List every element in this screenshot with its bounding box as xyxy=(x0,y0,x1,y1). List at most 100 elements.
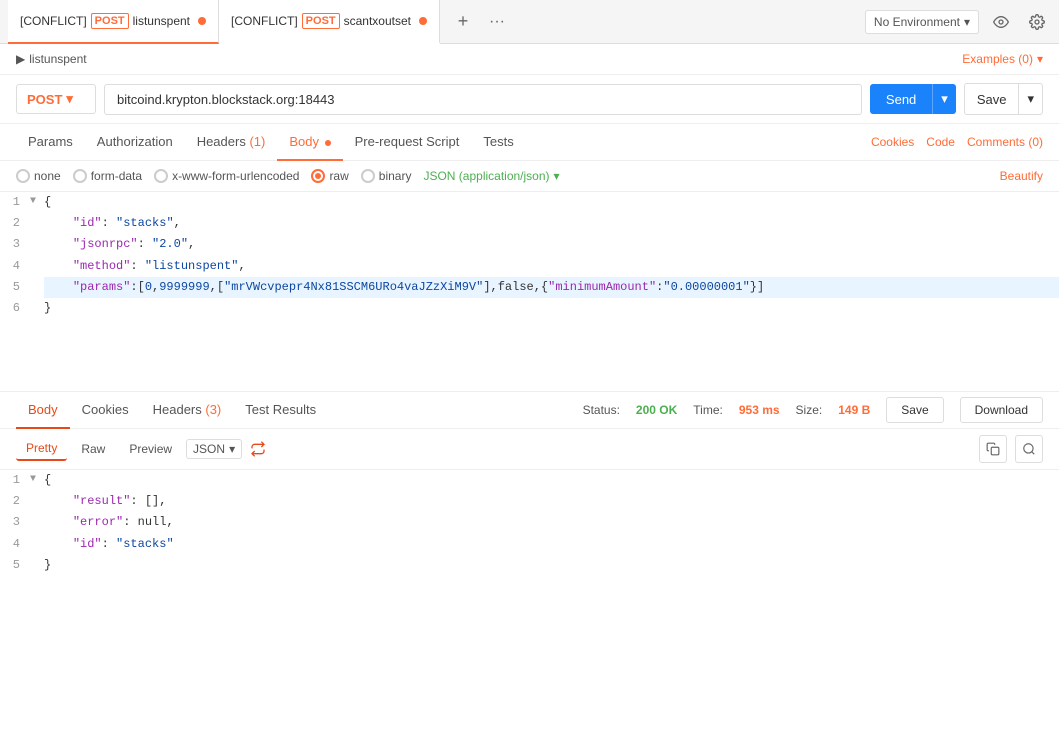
resp-code-line-5: 5 } xyxy=(0,555,1059,576)
resp-tab-headers[interactable]: Headers (3) xyxy=(141,392,234,429)
method-select[interactable]: POST ▾ xyxy=(16,84,96,114)
tab-params[interactable]: Params xyxy=(16,124,85,161)
copy-icon[interactable] xyxy=(979,435,1007,463)
resp-line-num-2: 2 xyxy=(0,491,30,511)
resp-line-content-5: } xyxy=(44,555,1059,576)
comments-link[interactable]: Comments (0) xyxy=(967,135,1043,149)
cookies-link[interactable]: Cookies xyxy=(871,135,914,149)
search-icon[interactable] xyxy=(1015,435,1043,463)
method-badge-2: POST xyxy=(302,13,340,29)
radio-urlencoded xyxy=(154,169,168,183)
url-input[interactable] xyxy=(104,84,862,115)
line-toggle-5 xyxy=(30,277,44,279)
option-form-data[interactable]: form-data xyxy=(73,169,142,183)
beautify-button[interactable]: Beautify xyxy=(1000,169,1043,183)
option-binary[interactable]: binary xyxy=(361,169,412,183)
chevron-down-icon: ▾ xyxy=(964,15,970,29)
environment-select[interactable]: No Environment ▾ xyxy=(865,10,979,34)
request-body-editor[interactable]: 1 ▼ { 2 "id": "stacks", 3 "jsonrpc": "2.… xyxy=(0,192,1059,392)
line-num-3: 3 xyxy=(0,234,30,254)
time-label: Time: xyxy=(693,403,723,417)
tab-body[interactable]: Body xyxy=(277,124,342,161)
method-label: POST xyxy=(27,92,62,107)
send-button[interactable]: Send ▾ xyxy=(870,84,956,114)
line-num-1: 1 xyxy=(0,192,30,212)
response-save-button[interactable]: Save xyxy=(886,397,943,423)
add-tab-button[interactable]: + xyxy=(448,7,478,37)
resp-line-toggle-1[interactable]: ▼ xyxy=(30,470,44,488)
line-toggle-6 xyxy=(30,298,44,300)
format-raw[interactable]: Raw xyxy=(71,438,115,460)
tab-listunspent[interactable]: [CONFLICT] POST listunspent xyxy=(8,0,219,44)
resp-line-toggle-4 xyxy=(30,534,44,536)
code-line-5: 5 "params":[0,9999999,["mrVWcvpepr4Nx81S… xyxy=(0,277,1059,298)
eye-icon[interactable] xyxy=(987,8,1015,36)
examples-link[interactable]: Examples (0) ▾ xyxy=(962,52,1043,66)
resp-line-num-4: 4 xyxy=(0,534,30,554)
option-urlencoded[interactable]: x-www-form-urlencoded xyxy=(154,169,299,183)
radio-none xyxy=(16,169,30,183)
resp-line-content-2: "result": [], xyxy=(44,491,1059,512)
resp-tab-test-results[interactable]: Test Results xyxy=(233,392,328,429)
settings-icon[interactable] xyxy=(1023,8,1051,36)
tab-headers[interactable]: Headers (1) xyxy=(185,124,278,161)
conflict-label-2: [CONFLICT] xyxy=(231,14,298,28)
json-type-select[interactable]: JSON (application/json) ▾ xyxy=(423,169,559,183)
response-area: Body Cookies Headers (3) Test Results St… xyxy=(0,392,1059,743)
breadcrumb-bar: ▶ listunspent Examples (0) ▾ xyxy=(0,44,1059,75)
code-line-2: 2 "id": "stacks", xyxy=(0,213,1059,234)
resp-code-line-2: 2 "result": [], xyxy=(0,491,1059,512)
format-preview[interactable]: Preview xyxy=(119,438,182,460)
code-line-1: 1 ▼ { xyxy=(0,192,1059,213)
tab-scantxoutset[interactable]: [CONFLICT] POST scantxoutset xyxy=(219,0,440,44)
send-label: Send xyxy=(870,85,932,114)
request-tabs: Params Authorization Headers (1) Body Pr… xyxy=(0,124,1059,161)
chevron-down-icon-json: ▾ xyxy=(554,169,560,183)
response-body-editor: 1 ▼ { 2 "result": [], 3 "error": null, 4 xyxy=(0,470,1059,743)
wrap-icon[interactable] xyxy=(246,437,270,461)
tab-bar: [CONFLICT] POST listunspent [CONFLICT] P… xyxy=(0,0,1059,44)
line-content-1: { xyxy=(44,192,1059,213)
option-none-label: none xyxy=(34,169,61,183)
tab-dot-2 xyxy=(419,17,427,25)
save-button[interactable]: Save ▾ xyxy=(964,83,1043,115)
resp-line-content-3: "error": null, xyxy=(44,512,1059,533)
response-json-select[interactable]: JSON ▾ xyxy=(186,439,242,459)
tab-tests[interactable]: Tests xyxy=(471,124,525,161)
more-tabs-button[interactable]: ··· xyxy=(482,7,512,37)
resp-line-content-1: { xyxy=(44,470,1059,491)
line-content-4: "method": "listunspent", xyxy=(44,256,1059,277)
line-num-6: 6 xyxy=(0,298,30,318)
download-button[interactable]: Download xyxy=(960,397,1043,423)
env-bar: No Environment ▾ xyxy=(865,8,1051,36)
format-pretty[interactable]: Pretty xyxy=(16,437,67,461)
resp-line-toggle-3 xyxy=(30,512,44,514)
option-binary-label: binary xyxy=(379,169,412,183)
body-dot xyxy=(325,140,331,146)
resp-tab-cookies[interactable]: Cookies xyxy=(70,392,141,429)
radio-binary xyxy=(361,169,375,183)
tab-pre-request[interactable]: Pre-request Script xyxy=(343,124,472,161)
resp-line-num-1: 1 xyxy=(0,470,30,490)
resp-tab-body[interactable]: Body xyxy=(16,392,70,429)
option-raw[interactable]: raw xyxy=(311,169,348,183)
response-tabs-bar: Body Cookies Headers (3) Test Results St… xyxy=(0,392,1059,429)
option-none[interactable]: none xyxy=(16,169,61,183)
send-dropdown-arrow[interactable]: ▾ xyxy=(932,84,956,114)
method-badge-1: POST xyxy=(91,13,129,29)
env-label: No Environment xyxy=(874,15,960,29)
tab-authorization[interactable]: Authorization xyxy=(85,124,185,161)
radio-raw xyxy=(311,169,325,183)
resp-line-toggle-2 xyxy=(30,491,44,493)
line-toggle-1[interactable]: ▼ xyxy=(30,192,44,210)
chevron-down-icon-method: ▾ xyxy=(66,91,73,107)
line-content-2: "id": "stacks", xyxy=(44,213,1059,234)
body-options: none form-data x-www-form-urlencoded raw… xyxy=(0,161,1059,192)
save-dropdown-arrow[interactable]: ▾ xyxy=(1018,84,1042,114)
code-content: 1 ▼ { 2 "id": "stacks", 3 "jsonrpc": "2.… xyxy=(0,192,1059,319)
resp-line-num-5: 5 xyxy=(0,555,30,575)
code-line-3: 3 "jsonrpc": "2.0", xyxy=(0,234,1059,255)
response-format-bar: Pretty Raw Preview JSON ▾ xyxy=(0,429,1059,470)
code-link[interactable]: Code xyxy=(926,135,955,149)
line-num-5: 5 xyxy=(0,277,30,297)
